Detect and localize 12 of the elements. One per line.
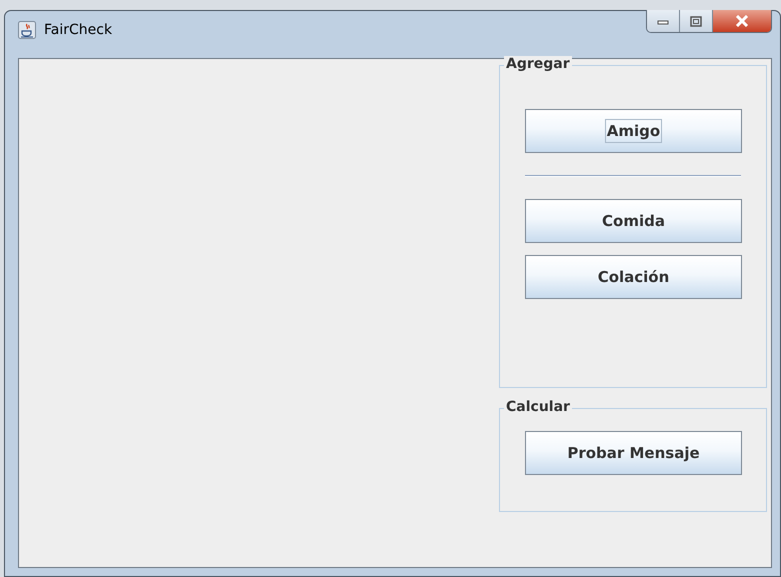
- maximize-icon: [690, 16, 702, 26]
- close-button[interactable]: [713, 10, 771, 32]
- action-button[interactable]: Amigo: [525, 109, 742, 153]
- action-button[interactable]: Comida: [525, 199, 742, 243]
- action-button[interactable]: Colación: [525, 255, 742, 299]
- window-title: FairCheck: [44, 22, 112, 38]
- coffee-cup-icon: [18, 21, 36, 39]
- close-icon: [734, 15, 750, 27]
- maximize-button[interactable]: [680, 10, 713, 32]
- action-button[interactable]: Probar Mensaje: [525, 431, 742, 475]
- minimize-button[interactable]: [647, 10, 680, 32]
- group-title: Agregar: [504, 56, 572, 72]
